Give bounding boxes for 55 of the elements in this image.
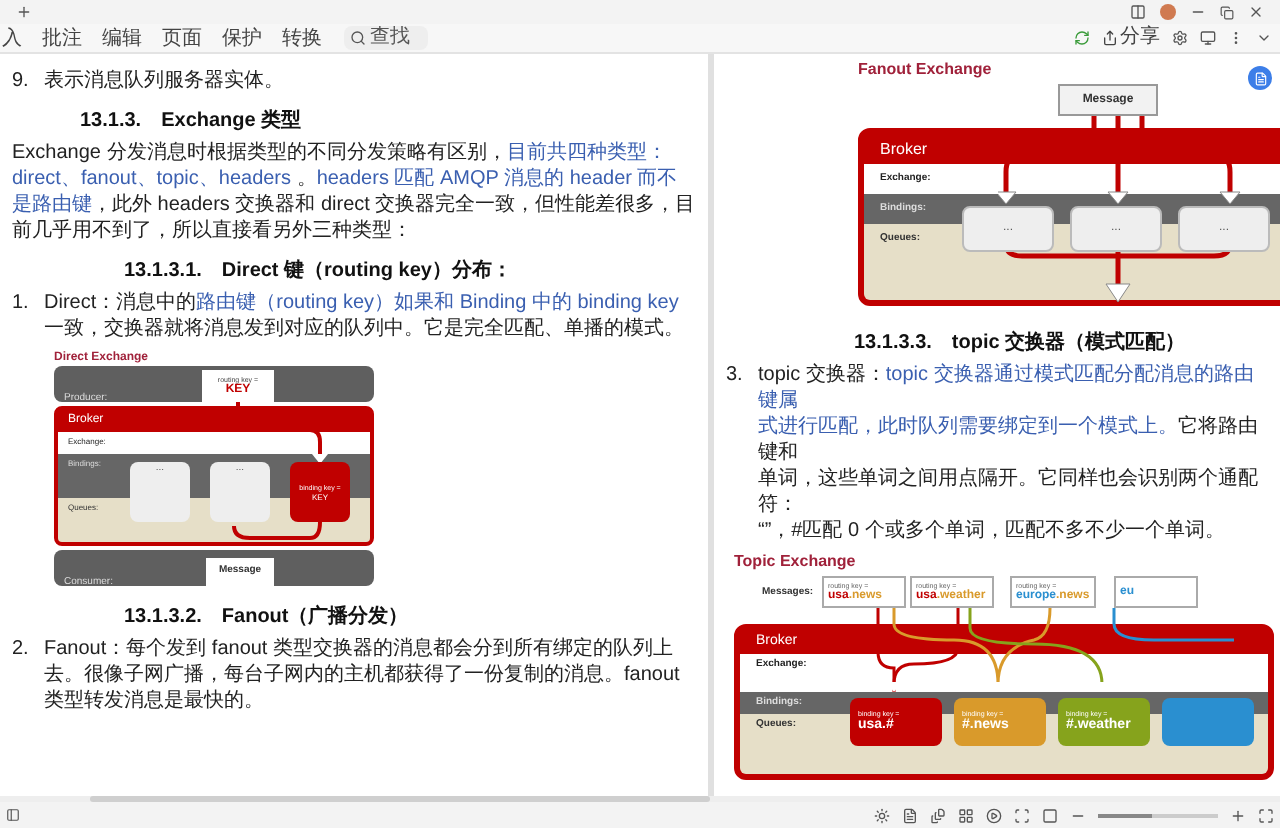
heading-title: topic 交换器（模式匹配） xyxy=(951,330,1186,356)
zoom-in-icon[interactable] xyxy=(1230,807,1246,823)
list-text: Direct：消息中的路由键（routing key）如果和 Binding 中的 binding key 一致，交换器就将消息发到对应的队列中。它是完全匹配、单播的模式。 xyxy=(44,290,686,342)
broker-label: Broker xyxy=(880,137,928,161)
list-text-line: topic 交换器：topic 交换器通过模式匹配分配消息的路由键属 xyxy=(758,362,1256,414)
list-number: 2. xyxy=(12,636,31,664)
settings-icon[interactable] xyxy=(1172,30,1188,46)
close-icon[interactable] xyxy=(1248,4,1264,20)
list-text-line: “”，#匹配 0 个或多个单词，匹配不多不少一个单词。 xyxy=(758,518,1227,544)
heading-title: Exchange 类型 xyxy=(161,108,302,134)
heading-number: 13.1.3.3. xyxy=(854,330,932,356)
brightness-icon[interactable] xyxy=(874,807,890,823)
list-text-line: 单词，这些单词之间用点隔开。它同样也会识别两个通配符： xyxy=(758,466,1260,518)
search-field[interactable]: 查找 xyxy=(344,26,428,50)
avatar[interactable] xyxy=(1160,4,1176,20)
list-number: 3. xyxy=(726,362,745,390)
sidebar-icon[interactable] xyxy=(6,808,20,822)
heading-title: Fanout（广播分发） xyxy=(221,604,409,630)
floating-action-button[interactable] xyxy=(1248,66,1272,90)
chevron-down-icon[interactable] xyxy=(1256,30,1272,46)
ribbon-tab[interactable]: 入 xyxy=(0,25,24,51)
ribbon-tab[interactable]: 批注 xyxy=(40,25,84,51)
monitor-icon[interactable] xyxy=(1200,30,1216,46)
multi-page-icon[interactable] xyxy=(930,807,946,823)
heading-number: 13.1.3.1. xyxy=(124,258,202,284)
ribbon-tab[interactable]: 页面 xyxy=(160,25,204,51)
share-icon xyxy=(1102,30,1118,46)
new-tab-icon[interactable] xyxy=(16,4,32,20)
share-button[interactable]: 分享 xyxy=(1102,26,1160,50)
search-icon xyxy=(350,30,366,46)
ribbon-tab[interactable]: 转换 xyxy=(280,25,324,51)
play-icon[interactable] xyxy=(986,807,1002,823)
ribbon-tab[interactable]: 编辑 xyxy=(100,25,144,51)
list-text-line: 式进行匹配，此时队列需要绑定到一个模式上。它将路由键和 xyxy=(758,414,1260,466)
heading-number: 13.1.3. xyxy=(80,108,142,134)
scrollbar-thumb[interactable] xyxy=(90,796,710,802)
fit-icon[interactable] xyxy=(1014,807,1030,823)
list-number: 1. xyxy=(12,290,31,318)
list-text: 表示消息队列服务器实体。 xyxy=(44,68,284,94)
diagram-title: Fanout Exchange xyxy=(858,60,992,80)
ribbon-tab[interactable]: 保护 xyxy=(220,25,264,51)
single-page-icon[interactable] xyxy=(902,807,918,823)
page-icon[interactable] xyxy=(1042,807,1058,823)
fullscreen-icon[interactable] xyxy=(1258,807,1274,823)
paragraph-text: Exchange 分发消息时根据类型的不同分发策略有区别，目前共四种类型：direct、fanout、topic、headers 。headers 匹配 AMQP 消息的 header 而不是路由键，此外 headers 交换器和 direct 交换器完全一致，但性能差很多，目前几乎用不到了，所以直接看另外三种类型： xyxy=(12,142,696,242)
list-text: Fanout：每个发到 fanout 类型交换器的消息都会分到所有绑定的队列上去。很像子网广播，每台子网内的主机都获得了一份复制的消息。fanout 类型转发消息是最快的。 xyxy=(44,636,682,714)
heading-title: Direct 键（routing key）分布： xyxy=(221,258,512,284)
sync-icon[interactable] xyxy=(1074,30,1090,46)
list-number: 9. xyxy=(12,68,31,94)
diagram-title: Topic Exchange xyxy=(734,552,858,572)
grid-view-icon[interactable] xyxy=(958,807,974,823)
split-view-icon[interactable] xyxy=(1130,4,1146,20)
document-icon xyxy=(1253,71,1267,85)
heading-number: 13.1.3.2. xyxy=(124,604,202,630)
restore-icon[interactable] xyxy=(1220,5,1234,19)
